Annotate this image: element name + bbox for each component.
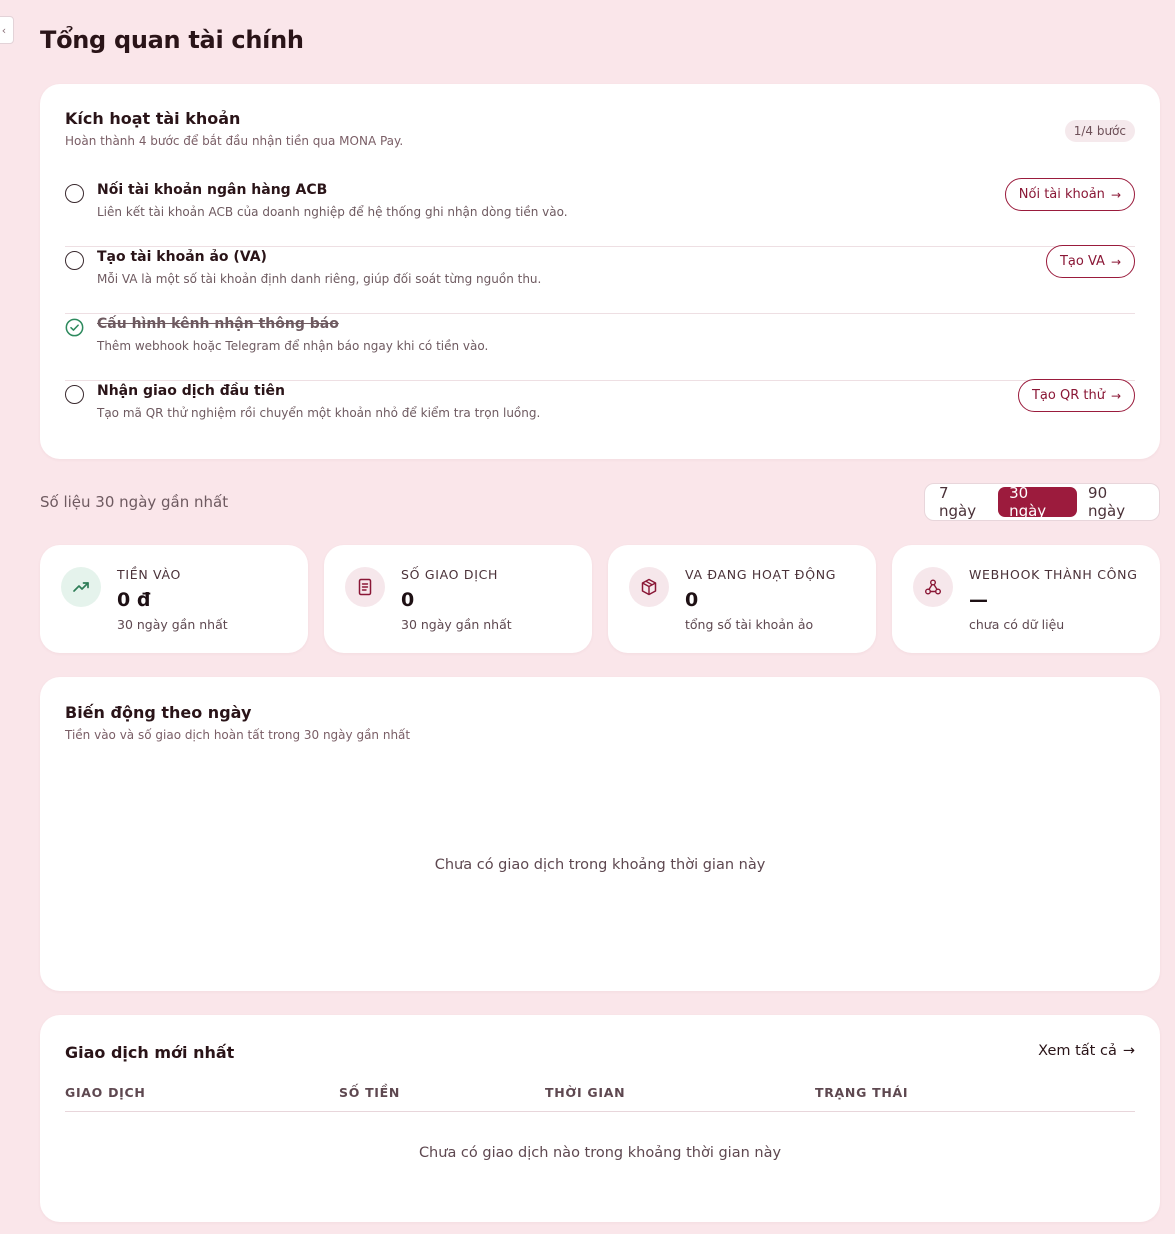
range-label: Số liệu 30 ngày gần nhất	[40, 493, 229, 511]
connect-account-button[interactable]: Nối tài khoản →	[1004, 178, 1135, 211]
activation-steps: Nối tài khoản ngân hàng ACB Liên kết tài…	[65, 178, 1135, 448]
stat-note: 30 ngày gần nhất	[117, 617, 228, 632]
stat-label: SỐ GIAO DỊCH	[401, 567, 499, 582]
step-desc: Liên kết tài khoản ACB của doanh nghiệp …	[97, 205, 568, 219]
chart-title: Biến động theo ngày	[65, 703, 252, 722]
column-header-transaction[interactable]: GIAO DỊCH	[65, 1085, 146, 1100]
button-label: Tạo QR thử	[1031, 388, 1105, 403]
check-circle-icon	[65, 318, 84, 337]
transactions-empty-state: Chưa có giao dịch nào trong khoảng thời …	[418, 1145, 782, 1161]
arrow-right-icon: →	[1110, 388, 1121, 403]
package-icon	[629, 567, 669, 607]
range-30-days[interactable]: 30 ngày	[998, 484, 1078, 520]
trending-up-icon	[61, 567, 101, 607]
step-title: Cấu hình kênh nhận thông báo	[97, 316, 339, 332]
range-7-days[interactable]: 7 ngày	[928, 484, 998, 520]
column-header-amount[interactable]: SỐ TIỀN	[339, 1085, 400, 1100]
pending-circle-icon	[65, 385, 84, 404]
stat-label: WEBHOOK THÀNH CÔNG	[969, 567, 1138, 582]
arrow-right-icon: →	[1122, 1043, 1135, 1059]
transactions-table-header: GIAO DỊCH SỐ TIỀN THỜI GIAN TRẠNG THÁI	[65, 1085, 1135, 1112]
stat-note: chưa có dữ liệu	[969, 617, 1065, 632]
step-desc: Mỗi VA là một số tài khoản định danh riê…	[97, 272, 542, 286]
step-title: Nhận giao dịch đầu tiên	[97, 383, 285, 399]
create-va-button[interactable]: Tạo VA →	[1045, 245, 1135, 278]
stat-label: VA ĐANG HOẠT ĐỘNG	[685, 567, 837, 582]
button-label: Tạo VA	[1059, 254, 1105, 269]
step-title: Tạo tài khoản ảo (VA)	[97, 249, 267, 265]
stat-value: —	[969, 589, 988, 611]
stat-card-webhook: WEBHOOK THÀNH CÔNG — chưa có dữ liệu	[892, 545, 1160, 653]
view-all-link[interactable]: Xem tất cả →	[1038, 1043, 1135, 1059]
arrow-right-icon: →	[1110, 254, 1121, 269]
chart-empty-state: Chưa có giao dịch trong khoảng thời gian…	[434, 857, 766, 873]
pending-circle-icon	[65, 251, 84, 270]
column-header-status[interactable]: TRẠNG THÁI	[815, 1085, 908, 1100]
step-first-transaction: Nhận giao dịch đầu tiên Tạo mã QR thử ng…	[65, 379, 1135, 448]
transactions-title: Giao dịch mới nhất	[65, 1043, 235, 1062]
latest-transactions-card: Giao dịch mới nhất Xem tất cả → GIAO DỊC…	[40, 1015, 1160, 1222]
stat-value: 0 đ	[117, 589, 151, 611]
arrow-right-icon: →	[1110, 187, 1121, 202]
stat-note: 30 ngày gần nhất	[401, 617, 512, 632]
step-desc: Tạo mã QR thử nghiệm rồi chuyển một khoả…	[97, 406, 541, 420]
step-create-va: Tạo tài khoản ảo (VA) Mỗi VA là một số t…	[65, 245, 1135, 314]
step-connect-bank: Nối tài khoản ngân hàng ACB Liên kết tài…	[65, 178, 1135, 247]
receipt-icon	[345, 567, 385, 607]
create-test-qr-button[interactable]: Tạo QR thử →	[1017, 379, 1135, 412]
pending-circle-icon	[65, 184, 84, 203]
stat-value: 0	[401, 589, 415, 611]
chart-subtitle: Tiền vào và số giao dịch hoàn tất trong …	[65, 728, 411, 742]
daily-activity-card: Biến động theo ngày Tiền vào và số giao …	[40, 677, 1160, 991]
stat-note: tổng số tài khoản ảo	[685, 617, 814, 632]
page-title: Tổng quan tài chính	[40, 26, 304, 54]
range-selector: 7 ngày 30 ngày 90 ngày	[924, 483, 1160, 521]
activation-card: Kích hoạt tài khoản Hoàn thành 4 bước để…	[40, 84, 1160, 459]
webhook-icon	[913, 567, 953, 607]
view-all-label: Xem tất cả	[1038, 1043, 1117, 1059]
dashboard-page: ‹ Tổng quan tài chính Kích hoạt tài khoả…	[0, 0, 1175, 1234]
stat-card-active-va: VA ĐANG HOẠT ĐỘNG 0 tổng số tài khoản ảo	[608, 545, 876, 653]
stat-card-transactions: SỐ GIAO DỊCH 0 30 ngày gần nhất	[324, 545, 592, 653]
button-label: Nối tài khoản	[1018, 187, 1105, 202]
stat-card-income: TIỀN VÀO 0 đ 30 ngày gần nhất	[40, 545, 308, 653]
step-desc: Thêm webhook hoặc Telegram để nhận báo n…	[97, 339, 489, 353]
step-configure-notifications: Cấu hình kênh nhận thông báo Thêm webhoo…	[65, 314, 1135, 381]
activation-title: Kích hoạt tài khoản	[65, 109, 241, 128]
column-header-time[interactable]: THỜI GIAN	[545, 1085, 625, 1100]
activation-subtitle: Hoàn thành 4 bước để bắt đầu nhận tiền q…	[65, 134, 404, 148]
step-title: Nối tài khoản ngân hàng ACB	[97, 182, 328, 198]
step-progress-badge: 1/4 bước	[1064, 120, 1135, 142]
range-90-days[interactable]: 90 ngày	[1077, 484, 1156, 520]
stat-label: TIỀN VÀO	[117, 567, 182, 582]
sidebar-collapse-button[interactable]: ‹	[0, 16, 14, 44]
stat-value: 0	[685, 589, 699, 611]
